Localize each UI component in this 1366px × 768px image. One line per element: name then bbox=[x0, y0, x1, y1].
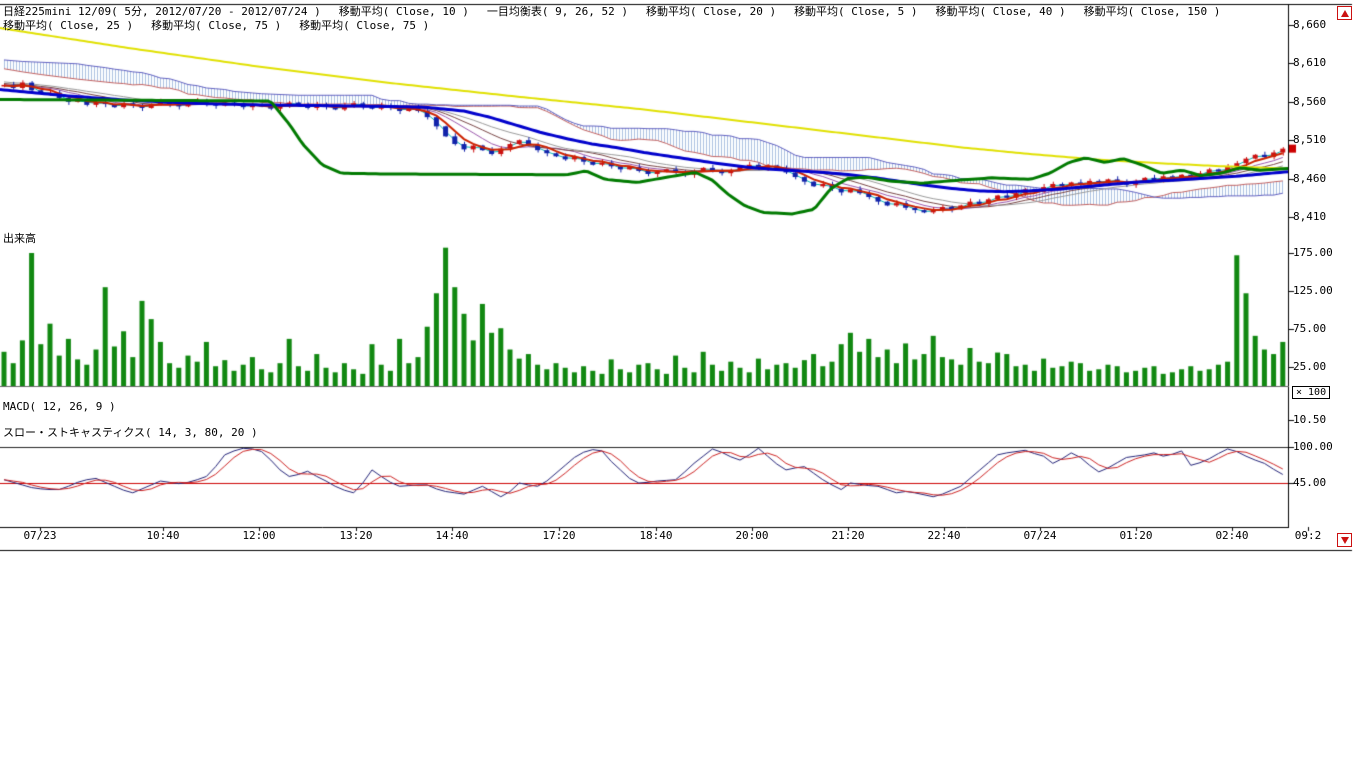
price-axis-label: 8,510 bbox=[1293, 134, 1326, 146]
chart-app-window: 日経225mini 12/09( 5分, 2012/07/20 - 2012/0… bbox=[0, 0, 1366, 768]
time-axis-label: 17:20 bbox=[542, 530, 575, 542]
indicator-label: 移動平均( Close, 5 ) bbox=[794, 5, 917, 18]
indicator-header-row-1: 日経225mini 12/09( 5分, 2012/07/20 - 2012/0… bbox=[3, 5, 1220, 18]
scroll-up-icon bbox=[1341, 10, 1349, 17]
stoch-axis-label: 45.00 bbox=[1293, 477, 1326, 489]
macd-axis-label: 10.50 bbox=[1293, 414, 1326, 426]
price-axis-label: 8,410 bbox=[1293, 211, 1326, 223]
indicator-label: 一目均衡表( 9, 26, 52 ) bbox=[487, 5, 628, 18]
stoch-axis-label: 100.00 bbox=[1293, 441, 1333, 453]
stoch-panel-title: スロー・ストキャスティクス( 14, 3, 80, 20 ) bbox=[3, 427, 258, 439]
time-axis-label: 21:20 bbox=[831, 530, 864, 542]
chart-title: 日経225mini 12/09( 5分, 2012/07/20 - 2012/0… bbox=[3, 5, 321, 18]
scroll-down-icon bbox=[1341, 537, 1349, 544]
volume-axis-label: 25.00 bbox=[1293, 361, 1326, 373]
indicator-header-row-2: 移動平均( Close, 25 ) 移動平均( Close, 75 ) 移動平均( … bbox=[3, 19, 429, 32]
time-axis-label: 18:40 bbox=[639, 530, 672, 542]
price-axis-label: 8,660 bbox=[1293, 19, 1326, 31]
chart-plot-area[interactable] bbox=[0, 0, 1366, 560]
time-axis-label: 07/24 bbox=[1023, 530, 1056, 542]
indicator-label: 移動平均( Close, 10 ) bbox=[339, 5, 469, 18]
indicator-label: 移動平均( Close, 75 ) bbox=[151, 19, 281, 32]
time-axis-label: 01:20 bbox=[1119, 530, 1152, 542]
price-axis-label: 8,610 bbox=[1293, 57, 1326, 69]
macd-panel-title: MACD( 12, 26, 9 ) bbox=[3, 401, 116, 413]
time-axis-label: 07/23 bbox=[23, 530, 56, 542]
time-axis-label: 20:00 bbox=[735, 530, 768, 542]
volume-axis-label: 75.00 bbox=[1293, 323, 1326, 335]
volume-panel-title: 出来高 bbox=[3, 233, 36, 245]
price-axis-label: 8,460 bbox=[1293, 173, 1326, 185]
volume-axis-label: 175.00 bbox=[1293, 247, 1333, 259]
volume-multiplier-badge: × 100 bbox=[1292, 386, 1330, 399]
time-axis-label: 13:20 bbox=[339, 530, 372, 542]
indicator-label: 移動平均( Close, 75 ) bbox=[299, 19, 429, 32]
volume-axis-label: 125.00 bbox=[1293, 285, 1333, 297]
time-axis-label: 22:40 bbox=[927, 530, 960, 542]
time-axis-label: 10:40 bbox=[146, 530, 179, 542]
time-axis-label: 14:40 bbox=[435, 530, 468, 542]
scrollbar-up-button[interactable] bbox=[1337, 6, 1352, 20]
time-axis-label: 09:2 bbox=[1295, 530, 1322, 542]
price-axis-label: 8,560 bbox=[1293, 96, 1326, 108]
indicator-label: 移動平均( Close, 40 ) bbox=[936, 5, 1066, 18]
time-axis-label: 12:00 bbox=[242, 530, 275, 542]
indicator-label: 移動平均( Close, 150 ) bbox=[1084, 5, 1221, 18]
time-axis-label: 02:40 bbox=[1215, 530, 1248, 542]
indicator-label: 移動平均( Close, 20 ) bbox=[646, 5, 776, 18]
scrollbar-down-button[interactable] bbox=[1337, 533, 1352, 547]
indicator-label: 移動平均( Close, 25 ) bbox=[3, 19, 133, 32]
